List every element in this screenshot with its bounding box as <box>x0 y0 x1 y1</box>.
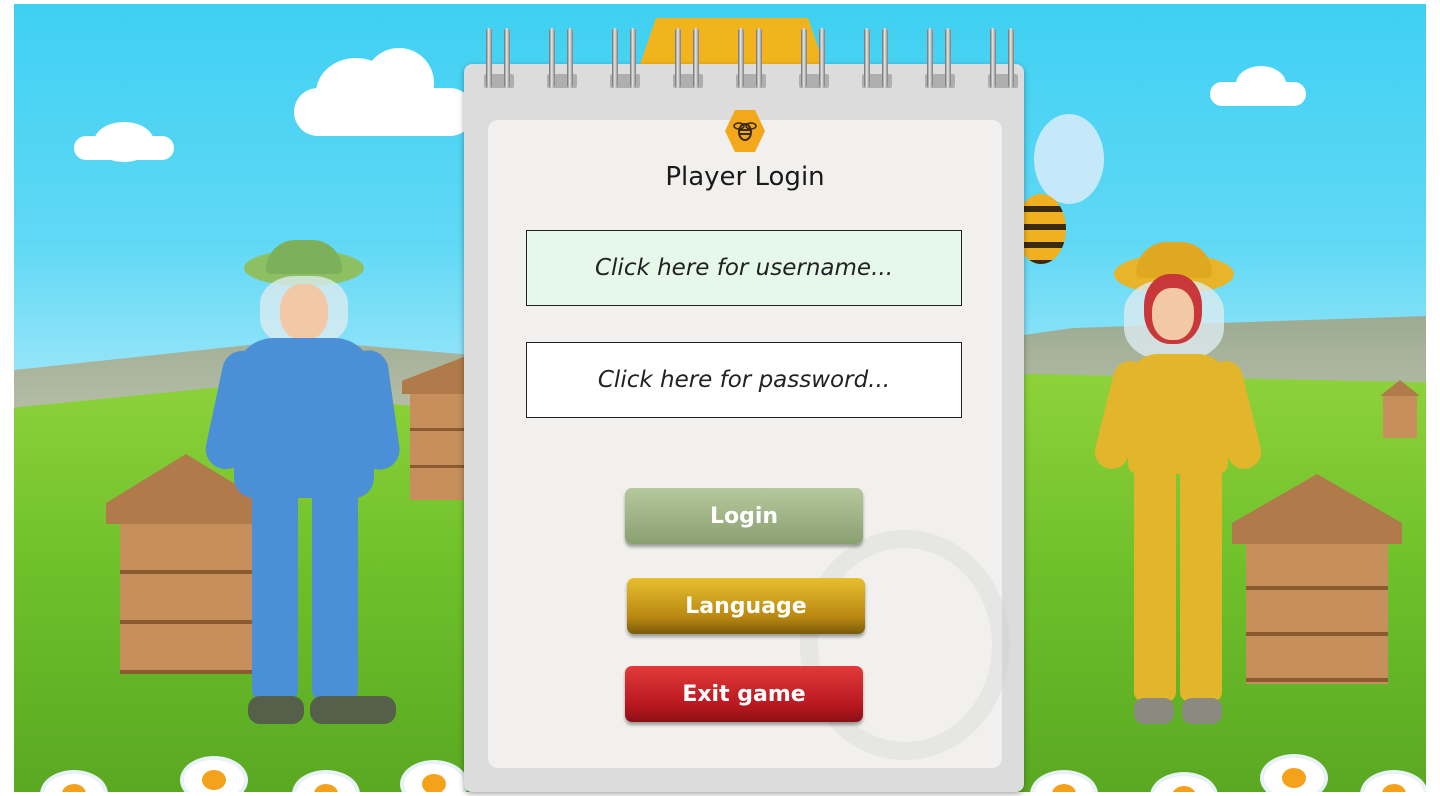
cloud <box>364 48 434 118</box>
language-button[interactable]: Language <box>627 578 865 634</box>
female-beekeeper <box>1091 240 1265 730</box>
spiral-ring <box>732 28 770 94</box>
password-field[interactable]: Click here for password... <box>526 342 962 418</box>
spiral-ring <box>669 28 707 94</box>
spiral-ring <box>606 28 644 94</box>
spiral-ring <box>795 28 833 94</box>
spiral-ring <box>921 28 959 94</box>
beehive <box>1380 380 1420 438</box>
spiral-ring <box>480 28 518 94</box>
bee-mascot <box>1014 114 1104 264</box>
cloud <box>94 122 154 162</box>
login-button[interactable]: Login <box>625 488 863 544</box>
daisy-flower <box>1264 758 1324 792</box>
daisy-flower <box>184 760 244 792</box>
exit-game-button[interactable]: Exit game <box>625 666 863 722</box>
spiral-ring <box>543 28 581 94</box>
page-title: Player Login <box>665 162 825 192</box>
male-beekeeper <box>201 240 404 730</box>
username-field[interactable]: Click here for username... <box>526 230 962 306</box>
spiral-ring <box>858 28 896 94</box>
cloud <box>1236 66 1286 102</box>
spiral-ring <box>984 28 1022 94</box>
bee-watermark <box>800 530 1010 760</box>
